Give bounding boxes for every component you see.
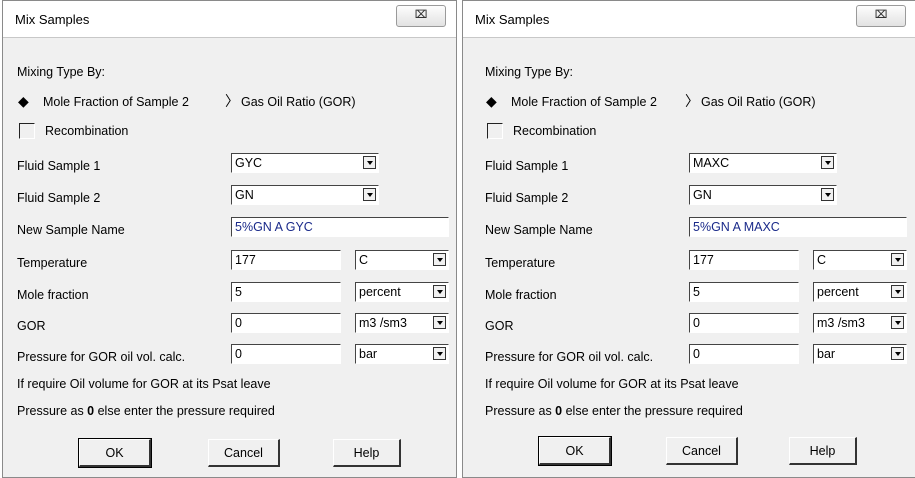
option-gor-label[interactable]: Gas Oil Ratio (GOR) (701, 95, 816, 109)
gor-unit-select[interactable]: m3 /sm3 (813, 313, 907, 333)
temperature-label: Temperature (485, 256, 556, 270)
fluid-sample-2-label: Fluid Sample 2 (485, 191, 569, 205)
cancel-button[interactable]: Cancel (666, 437, 738, 465)
mole-fraction-label: Mole fraction (17, 288, 89, 302)
note-line-2: Pressure as 0 else enter the pressure re… (485, 404, 743, 418)
fluid-sample-2-select[interactable]: GN (689, 185, 837, 205)
close-button[interactable]: ⌧ (396, 5, 446, 27)
pressure-unit-select[interactable]: bar (355, 344, 449, 364)
note-line-2-pre: Pressure as (17, 404, 88, 418)
note-line-2: Pressure as 0 else enter the pressure re… (17, 404, 275, 418)
fluid-sample-2-value: GN (689, 185, 837, 205)
mole-fraction-input[interactable]: 5 (231, 282, 341, 302)
dropdown-arrow-icon[interactable] (821, 156, 834, 169)
temperature-input[interactable]: 177 (231, 250, 341, 270)
new-sample-name-input[interactable]: 5%GN A GYC (231, 217, 449, 237)
recombination-label: Recombination (513, 124, 597, 138)
close-icon: ⌧ (414, 9, 428, 21)
dropdown-arrow-icon[interactable] (891, 253, 904, 266)
dropdown-arrow-icon[interactable] (433, 285, 446, 298)
dropdown-arrow-icon[interactable] (433, 253, 446, 266)
pressure-unit-select[interactable]: bar (813, 344, 907, 364)
fluid-sample-2-label: Fluid Sample 2 (17, 191, 101, 205)
dropdown-arrow-icon[interactable] (433, 347, 446, 360)
temperature-input[interactable]: 177 (689, 250, 799, 270)
dropdown-arrow-icon[interactable] (891, 285, 904, 298)
mixing-type-label: Mixing Type By: (485, 65, 574, 79)
title-bar: Mix Samples ⌧ (463, 1, 915, 38)
cancel-button[interactable]: Cancel (208, 439, 280, 467)
recombination-checkbox[interactable] (487, 123, 503, 139)
dropdown-arrow-icon[interactable] (821, 188, 834, 201)
ok-button[interactable]: OK (538, 436, 612, 466)
mole-fraction-unit-select[interactable]: percent (813, 282, 907, 302)
mix-samples-dialog-2: Mix Samples ⌧ Mixing Type By: ◆ Mole Fra… (462, 0, 915, 478)
mole-fraction-unit-select[interactable]: percent (355, 282, 449, 302)
fluid-sample-2-select[interactable]: GN (231, 185, 379, 205)
gor-input[interactable]: 0 (231, 313, 341, 333)
note-line-2-post: else enter the pressure required (94, 404, 275, 418)
pressure-input[interactable]: 0 (231, 344, 341, 364)
mole-fraction-label: Mole fraction (485, 288, 557, 302)
temperature-label: Temperature (17, 256, 88, 270)
radio-selected-icon[interactable]: ◆ (486, 94, 497, 108)
pressure-input[interactable]: 0 (689, 344, 799, 364)
radio-unselected-icon[interactable]: 〉 (685, 94, 699, 108)
temperature-unit-select[interactable]: C (355, 250, 449, 270)
dropdown-arrow-icon[interactable] (433, 316, 446, 329)
gor-label: GOR (17, 319, 46, 333)
dialog-title: Mix Samples (475, 12, 550, 27)
fluid-sample-2-value: GN (231, 185, 379, 205)
fluid-sample-1-label: Fluid Sample 1 (17, 159, 101, 173)
recombination-checkbox[interactable] (19, 123, 35, 139)
gor-label: GOR (485, 319, 514, 333)
ok-button[interactable]: OK (78, 438, 152, 468)
recombination-label: Recombination (45, 124, 129, 138)
mixing-type-label: Mixing Type By: (17, 65, 106, 79)
close-button[interactable]: ⌧ (856, 5, 906, 27)
fluid-sample-1-value: MAXC (689, 153, 837, 173)
title-bar: Mix Samples ⌧ (3, 1, 456, 38)
note-line-1: If require Oil volume for GOR at its Psa… (485, 377, 739, 391)
fluid-sample-1-select[interactable]: MAXC (689, 153, 837, 173)
radio-unselected-icon[interactable]: 〉 (225, 94, 239, 108)
gor-unit-select[interactable]: m3 /sm3 (355, 313, 449, 333)
fluid-sample-1-value: GYC (231, 153, 379, 173)
note-line-1: If require Oil volume for GOR at its Psa… (17, 377, 271, 391)
new-sample-name-input[interactable]: 5%GN A MAXC (689, 217, 907, 237)
mix-samples-dialog-1: Mix Samples ⌧ Mixing Type By: ◆ Mole Fra… (2, 0, 457, 478)
radio-selected-icon[interactable]: ◆ (18, 94, 29, 108)
note-line-2-pre: Pressure as (485, 404, 556, 418)
dropdown-arrow-icon[interactable] (891, 347, 904, 360)
new-sample-name-label: New Sample Name (17, 223, 125, 237)
temperature-unit-select[interactable]: C (813, 250, 907, 270)
pressure-label: Pressure for GOR oil vol. calc. (485, 350, 654, 364)
dropdown-arrow-icon[interactable] (363, 188, 376, 201)
note-line-2-post: else enter the pressure required (562, 404, 743, 418)
dropdown-arrow-icon[interactable] (363, 156, 376, 169)
gor-input[interactable]: 0 (689, 313, 799, 333)
mole-fraction-input[interactable]: 5 (689, 282, 799, 302)
option-mole-fraction-label[interactable]: Mole Fraction of Sample 2 (43, 95, 189, 109)
fluid-sample-1-label: Fluid Sample 1 (485, 159, 569, 173)
help-button[interactable]: Help (333, 439, 401, 467)
option-gor-label[interactable]: Gas Oil Ratio (GOR) (241, 95, 356, 109)
dialog-title: Mix Samples (15, 12, 90, 27)
fluid-sample-1-select[interactable]: GYC (231, 153, 379, 173)
help-button[interactable]: Help (789, 437, 857, 465)
close-icon: ⌧ (874, 9, 888, 21)
new-sample-name-label: New Sample Name (485, 223, 593, 237)
option-mole-fraction-label[interactable]: Mole Fraction of Sample 2 (511, 95, 657, 109)
pressure-label: Pressure for GOR oil vol. calc. (17, 350, 186, 364)
dropdown-arrow-icon[interactable] (891, 316, 904, 329)
